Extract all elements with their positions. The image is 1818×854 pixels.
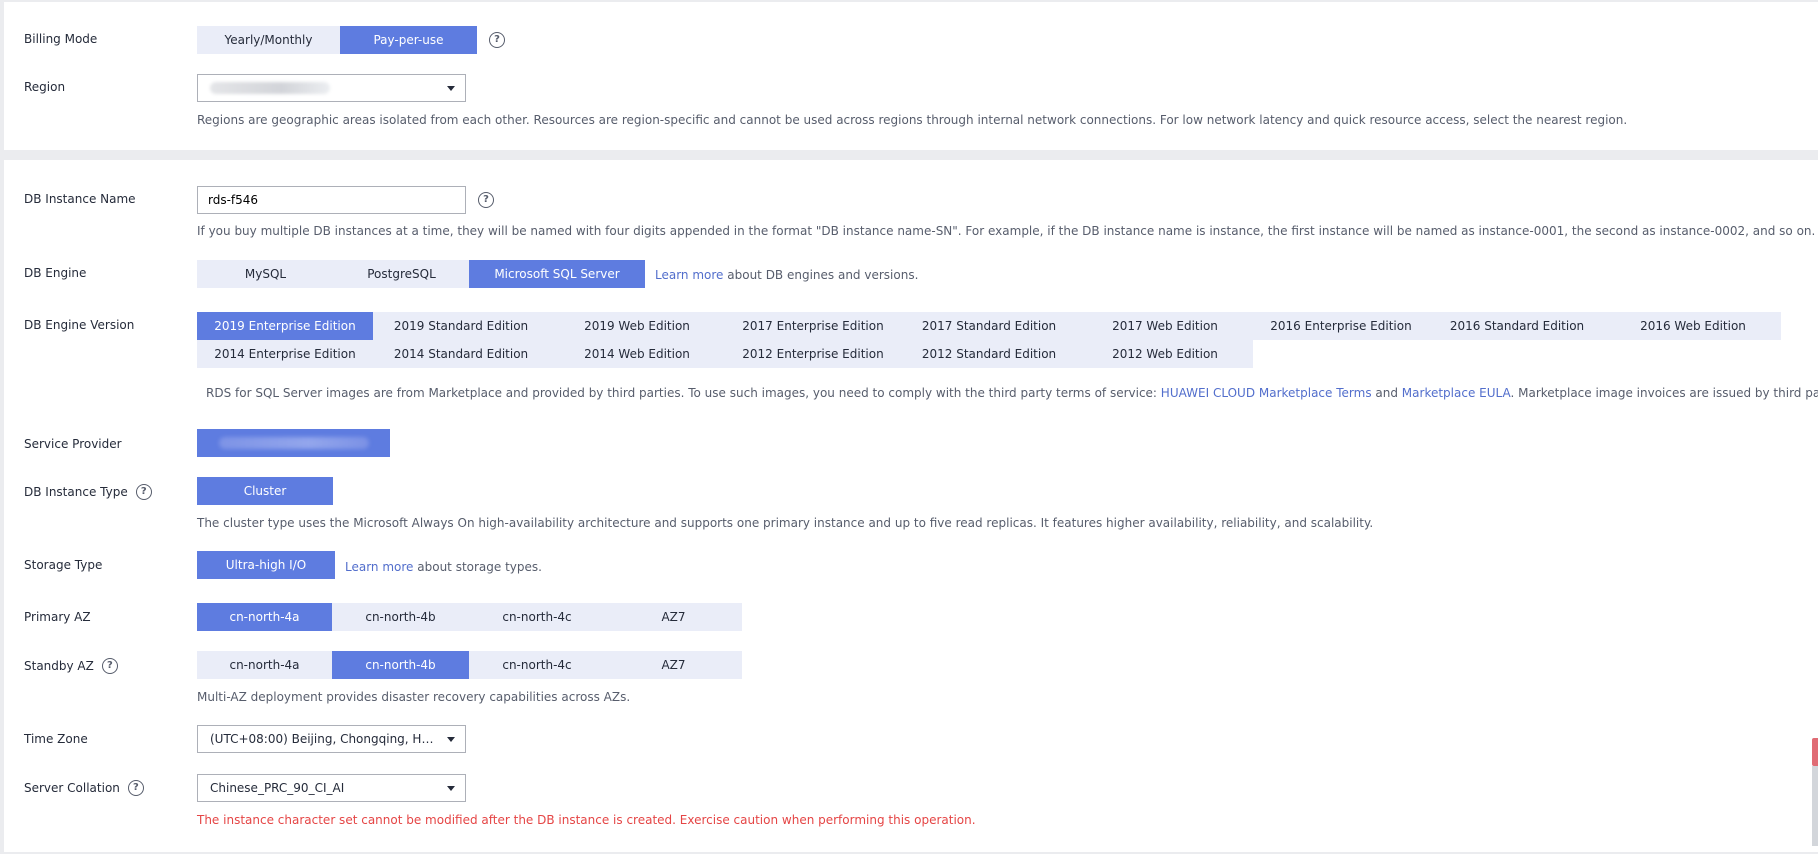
engine-learn-more-text: Learn more about DB engines and versions… — [655, 268, 919, 282]
standby-az-option[interactable]: AZ7 — [605, 651, 742, 679]
server-collation-select[interactable]: Chinese_PRC_90_CI_AI — [197, 774, 466, 802]
billing-mode-label: Billing Mode — [24, 32, 98, 46]
version-option[interactable]: 2019 Web Edition — [549, 312, 725, 340]
marketplace-note: RDS for SQL Server images are from Marke… — [206, 386, 1818, 400]
engine-option-postgresql[interactable]: PostgreSQL — [334, 260, 469, 288]
version-option[interactable]: 2019 Enterprise Edition — [197, 312, 373, 340]
standby-az-label: Standby AZ ? — [24, 658, 118, 674]
db-engine-label: DB Engine — [24, 266, 87, 280]
engine-version-selector: 2019 Enterprise Edition 2019 Standard Ed… — [197, 312, 1781, 368]
collation-warning: The instance character set cannot be mod… — [197, 813, 976, 827]
engine-learn-more-link[interactable]: Learn more — [655, 268, 723, 282]
billing-option-yearly-monthly[interactable]: Yearly/Monthly — [197, 26, 340, 54]
question-circle-icon[interactable]: ? — [127, 780, 144, 796]
standby-az-option[interactable]: cn-north-4b — [332, 651, 469, 679]
server-collation-label: Server Collation ? — [24, 780, 144, 796]
db-engine-selector: MySQL PostgreSQL Microsoft SQL Server — [197, 260, 645, 288]
version-option[interactable]: 2012 Web Edition — [1077, 340, 1253, 368]
version-option[interactable]: 2014 Web Edition — [549, 340, 725, 368]
standby-az-option[interactable]: cn-north-4a — [197, 651, 332, 679]
service-provider-redacted — [218, 437, 369, 449]
version-option[interactable]: 2014 Standard Edition — [373, 340, 549, 368]
storage-learn-more-text: Learn more about storage types. — [345, 560, 542, 574]
version-option[interactable]: 2017 Enterprise Edition — [725, 312, 901, 340]
time-zone-label: Time Zone — [24, 732, 88, 746]
version-option[interactable]: 2012 Standard Edition — [901, 340, 1077, 368]
storage-type-ultra-high-io[interactable]: Ultra-high I/O — [197, 551, 335, 579]
region-value-redacted — [210, 82, 330, 94]
version-option[interactable]: 2016 Web Edition — [1605, 312, 1781, 340]
engine-version-label: DB Engine Version — [24, 318, 135, 332]
instance-type-hint: The cluster type uses the Microsoft Alwa… — [197, 516, 1374, 530]
marketplace-eula-link[interactable]: Marketplace EULA — [1402, 386, 1511, 400]
version-option[interactable]: 2017 Web Edition — [1077, 312, 1253, 340]
caret-down-icon — [447, 737, 455, 742]
primary-az-selector: cn-north-4a cn-north-4b cn-north-4c AZ7 — [197, 603, 742, 631]
standby-az-hint: Multi-AZ deployment provides disaster re… — [197, 690, 631, 704]
billing-option-pay-per-use[interactable]: Pay-per-use — [340, 26, 477, 54]
primary-az-option[interactable]: cn-north-4b — [332, 603, 469, 631]
version-option[interactable]: 2016 Enterprise Edition — [1253, 312, 1429, 340]
question-circle-icon[interactable]: ? — [489, 32, 505, 48]
instance-name-input[interactable] — [197, 186, 466, 214]
version-option[interactable]: 2014 Enterprise Edition — [197, 340, 373, 368]
time-zone-value: (UTC+08:00) Beijing, Chongqing, Hong ... — [210, 732, 435, 746]
primary-az-label: Primary AZ — [24, 610, 91, 624]
version-option[interactable]: 2012 Enterprise Edition — [725, 340, 901, 368]
instance-name-label: DB Instance Name — [24, 192, 136, 206]
service-provider-label: Service Provider — [24, 437, 122, 451]
region-label: Region — [24, 80, 66, 94]
caret-down-icon — [447, 786, 455, 791]
engine-option-mysql[interactable]: MySQL — [197, 260, 334, 288]
scrollbar[interactable] — [1812, 766, 1818, 846]
marketplace-terms-link[interactable]: HUAWEI CLOUD Marketplace Terms — [1161, 386, 1372, 400]
question-circle-icon[interactable]: ? — [101, 658, 118, 674]
billing-mode-selector: Yearly/Monthly Pay-per-use — [197, 26, 477, 54]
standby-az-option[interactable]: cn-north-4c — [469, 651, 605, 679]
time-zone-select[interactable]: (UTC+08:00) Beijing, Chongqing, Hong ... — [197, 725, 466, 753]
service-provider-option[interactable] — [197, 429, 390, 457]
engine-option-sql-server[interactable]: Microsoft SQL Server — [469, 260, 645, 288]
primary-az-option[interactable]: cn-north-4a — [197, 603, 332, 631]
primary-az-option[interactable]: AZ7 — [605, 603, 742, 631]
collation-value: Chinese_PRC_90_CI_AI — [210, 781, 345, 795]
version-option[interactable]: 2019 Standard Edition — [373, 312, 549, 340]
region-select[interactable] — [197, 74, 466, 102]
storage-type-label: Storage Type — [24, 558, 103, 572]
instance-type-cluster[interactable]: Cluster — [197, 477, 333, 505]
standby-az-selector: cn-north-4a cn-north-4b cn-north-4c AZ7 — [197, 651, 742, 679]
instance-type-label: DB Instance Type ? — [24, 484, 152, 500]
instance-name-hint: If you buy multiple DB instances at a ti… — [197, 224, 1816, 238]
storage-learn-more-link[interactable]: Learn more — [345, 560, 413, 574]
region-hint: Regions are geographic areas isolated fr… — [197, 113, 1628, 127]
question-circle-icon[interactable]: ? — [135, 484, 152, 500]
version-option[interactable]: 2016 Standard Edition — [1429, 312, 1605, 340]
version-option[interactable]: 2017 Standard Edition — [901, 312, 1077, 340]
primary-az-option[interactable]: cn-north-4c — [469, 603, 605, 631]
caret-down-icon — [447, 86, 455, 91]
question-circle-icon[interactable]: ? — [478, 192, 494, 208]
scroll-indicator — [1812, 738, 1818, 766]
